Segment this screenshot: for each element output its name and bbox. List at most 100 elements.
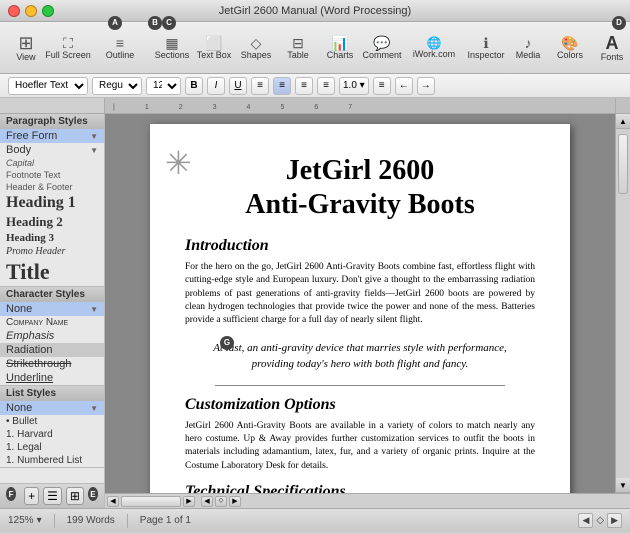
icon-view-button[interactable]: ⊞: [66, 487, 84, 505]
character-style-radiation[interactable]: Radiation: [0, 343, 104, 357]
page-next-button[interactable]: ▶: [229, 496, 241, 507]
textbox-button[interactable]: ⬜ Text Box: [196, 34, 232, 62]
fullscreen-button[interactable]: ⛶ Full Screen: [50, 34, 86, 62]
fonts-button[interactable]: A Fonts: [594, 32, 630, 64]
media-button[interactable]: ♪ Media: [510, 34, 546, 62]
font-size-select[interactable]: 12: [146, 77, 181, 95]
vertical-scrollbar[interactable]: ▲ ▼: [615, 114, 630, 493]
format-bar: Hoefler Text Regular 12 B I U ≡ ≡ ≡ ≡ 1.…: [0, 74, 630, 98]
list-styles-header: List Styles: [0, 386, 104, 401]
scroll-down-button[interactable]: ▼: [616, 478, 630, 493]
maximize-button[interactable]: [42, 5, 54, 17]
document-scroll[interactable]: G ✳ JetGirl 2600 Anti-Gravity Boots: [105, 114, 615, 493]
table-button[interactable]: ⊟ Table: [280, 34, 316, 62]
add-style-button[interactable]: +: [24, 487, 39, 505]
colors-button[interactable]: 🎨 Colors: [552, 34, 588, 62]
font-family-select[interactable]: Hoefler Text: [8, 77, 88, 95]
horizontal-scrollbar[interactable]: ◀ ▶ ◀ ⬦ ▶: [105, 493, 630, 508]
scroll-thumb[interactable]: [618, 134, 628, 194]
zoom-control[interactable]: 125% ▾: [8, 515, 42, 526]
iwork-icon: 🌐: [427, 37, 442, 49]
paragraph-style-capital[interactable]: Capital: [0, 157, 104, 169]
character-style-underline[interactable]: Underline: [0, 371, 104, 385]
h-scroll-right-button[interactable]: ▶: [183, 496, 195, 507]
iwork-button[interactable]: 🌐 iWork.com: [416, 35, 452, 61]
page-prev-button[interactable]: ◀: [201, 496, 213, 507]
h-scroll-thumb[interactable]: [121, 496, 181, 507]
minimize-button[interactable]: [25, 5, 37, 17]
sections-button[interactable]: ▦ Sections: [154, 34, 190, 62]
align-center-button[interactable]: ≡: [273, 77, 291, 95]
charts-button[interactable]: 📊 Charts: [322, 34, 358, 62]
character-style-emphasis[interactable]: Emphasis: [0, 329, 104, 343]
sections-icon: ▦: [165, 36, 178, 50]
sections-label: Sections: [155, 50, 190, 60]
list-style-button[interactable]: ≡: [373, 77, 391, 95]
list-style-bullet[interactable]: • Bullet: [0, 415, 104, 428]
list-style-harvard[interactable]: 1. Harvard: [0, 428, 104, 441]
view-button[interactable]: ⊞ View: [8, 32, 44, 64]
doc-quote: At last, an anti-gravity device that mar…: [205, 340, 515, 373]
paragraph-style-heading1[interactable]: Heading 1: [0, 193, 104, 213]
status-separator-2: [127, 514, 128, 528]
paragraph-style-freeform[interactable]: Free Form ▼: [0, 129, 104, 143]
h-scroll-track[interactable]: ◀ ▶ ◀ ⬦ ▶: [105, 494, 630, 508]
paragraph-style-title[interactable]: Title: [0, 258, 104, 286]
comment-button[interactable]: 💬 Comment: [364, 34, 400, 62]
paragraph-style-footnote[interactable]: Footnote Text: [0, 169, 104, 181]
close-button[interactable]: [8, 5, 20, 17]
page-navigation[interactable]: ◀ ◇ ▶: [578, 513, 622, 528]
nav-prev-button[interactable]: ◀: [578, 513, 593, 528]
charts-label: Charts: [327, 50, 354, 60]
scroll-track[interactable]: [616, 129, 630, 478]
charts-icon: 📊: [331, 36, 348, 50]
media-icon: ♪: [525, 36, 532, 50]
paragraph-style-body[interactable]: Body ▼: [0, 143, 104, 157]
page-indicator: Page 1 of 1: [140, 515, 191, 526]
character-style-strikethrough[interactable]: Strikethrough: [0, 357, 104, 371]
paragraph-style-promo[interactable]: Promo Header: [0, 245, 104, 258]
paragraph-style-heading2[interactable]: Heading 2: [0, 213, 104, 231]
scroll-up-button[interactable]: ▲: [616, 114, 630, 129]
character-styles-title: Character Styles: [6, 289, 85, 300]
doc-divider: [215, 385, 505, 386]
font-style-select[interactable]: Regular: [92, 77, 142, 95]
window-controls[interactable]: [8, 5, 54, 17]
list-styles-section: List Styles None ▼ • Bullet 1. Harvard 1…: [0, 386, 104, 468]
list-style-numbered[interactable]: 1. Numbered List: [0, 454, 104, 467]
word-count: 199 Words: [67, 515, 115, 526]
align-justify-button[interactable]: ≡: [317, 77, 335, 95]
line-spacing-select[interactable]: 1.0 ▾: [339, 77, 369, 95]
table-icon: ⊟: [292, 36, 304, 50]
list-view-button[interactable]: ☰: [43, 487, 62, 505]
inspector-button[interactable]: ℹ Inspector: [468, 34, 504, 62]
ruler-sidebar-spacer: [0, 98, 105, 113]
outline-button[interactable]: ≡ Outline: [102, 34, 138, 62]
paragraph-style-heading3[interactable]: Heading 3: [0, 231, 104, 245]
h-scroll-left-button[interactable]: ◀: [107, 496, 119, 507]
list-style-legal[interactable]: 1. Legal: [0, 441, 104, 454]
main-layout: Paragraph Styles Free Form ▼ Body ▼ Capi…: [0, 114, 630, 508]
bold-button[interactable]: B: [185, 77, 203, 95]
indent-decrease-button[interactable]: ←: [395, 77, 413, 95]
doc-introduction-body: For the hero on the go, JetGirl 2600 Ant…: [185, 261, 535, 327]
indent-increase-button[interactable]: →: [417, 77, 435, 95]
page-anchor-button[interactable]: ⬦: [215, 496, 227, 507]
shapes-button[interactable]: ◇ Shapes: [238, 34, 274, 62]
align-left-button[interactable]: ≡: [251, 77, 269, 95]
textbox-icon: ⬜: [205, 36, 222, 50]
paragraph-styles-section: Paragraph Styles Free Form ▼ Body ▼ Capi…: [0, 114, 104, 287]
paragraph-style-header-footer[interactable]: Header & Footer: [0, 181, 104, 193]
media-label: Media: [516, 50, 541, 60]
underline-button[interactable]: U: [229, 77, 247, 95]
paragraph-styles-header: Paragraph Styles: [0, 114, 104, 129]
sidebar-bottom-bar: F + ☰ ⊞ E: [0, 483, 104, 508]
italic-button[interactable]: I: [207, 77, 225, 95]
doc-customization-heading: Customization Options: [185, 396, 535, 414]
fullscreen-icon: ⛶: [63, 36, 73, 50]
character-style-company[interactable]: Company Name: [0, 316, 104, 329]
character-style-none[interactable]: None ▼: [0, 302, 104, 316]
align-right-button[interactable]: ≡: [295, 77, 313, 95]
list-style-none[interactable]: None ▼: [0, 401, 104, 415]
nav-next-button[interactable]: ▶: [607, 513, 622, 528]
